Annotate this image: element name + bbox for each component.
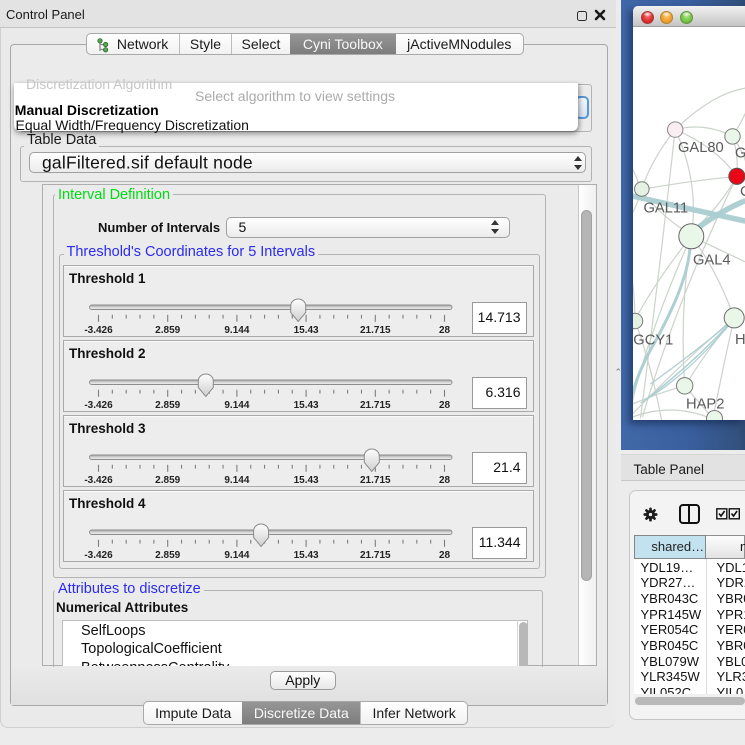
svg-text:C: C [740, 184, 745, 200]
svg-text:GA: GA [735, 146, 745, 162]
svg-text:21.715: 21.715 [360, 550, 391, 561]
svg-text:15.43: 15.43 [293, 400, 318, 411]
svg-text:9.144: 9.144 [224, 325, 249, 336]
svg-text:15.43: 15.43 [293, 475, 318, 486]
svg-text:2.859: 2.859 [155, 325, 180, 336]
svg-text:9.144: 9.144 [224, 550, 249, 561]
svg-text:15.43: 15.43 [293, 325, 318, 336]
svg-text:GAL4: GAL4 [693, 253, 731, 269]
svg-text:GAL80: GAL80 [678, 140, 724, 156]
svg-text:GCY1: GCY1 [633, 333, 673, 349]
svg-text:HAP2: HAP2 [686, 397, 724, 413]
svg-text:-3.426: -3.426 [84, 475, 113, 486]
svg-text:-3.426: -3.426 [84, 325, 113, 336]
svg-text:21.715: 21.715 [360, 400, 391, 411]
svg-text:9.144: 9.144 [224, 400, 249, 411]
svg-text:H: H [735, 332, 745, 348]
svg-text:2.859: 2.859 [155, 475, 180, 486]
svg-text:GAL11: GAL11 [643, 201, 688, 217]
svg-text:-3.426: -3.426 [84, 550, 113, 561]
svg-text:28: 28 [438, 325, 450, 336]
svg-text:15.43: 15.43 [293, 550, 318, 561]
svg-text:28: 28 [438, 550, 450, 561]
svg-text:21.715: 21.715 [360, 475, 391, 486]
svg-text:28: 28 [438, 400, 450, 411]
svg-text:21.715: 21.715 [360, 325, 391, 336]
svg-text:2.859: 2.859 [155, 550, 180, 561]
svg-text:28: 28 [438, 475, 450, 486]
svg-text:9.144: 9.144 [224, 475, 249, 486]
svg-text:2.859: 2.859 [155, 400, 180, 411]
svg-text:-3.426: -3.426 [84, 400, 113, 411]
